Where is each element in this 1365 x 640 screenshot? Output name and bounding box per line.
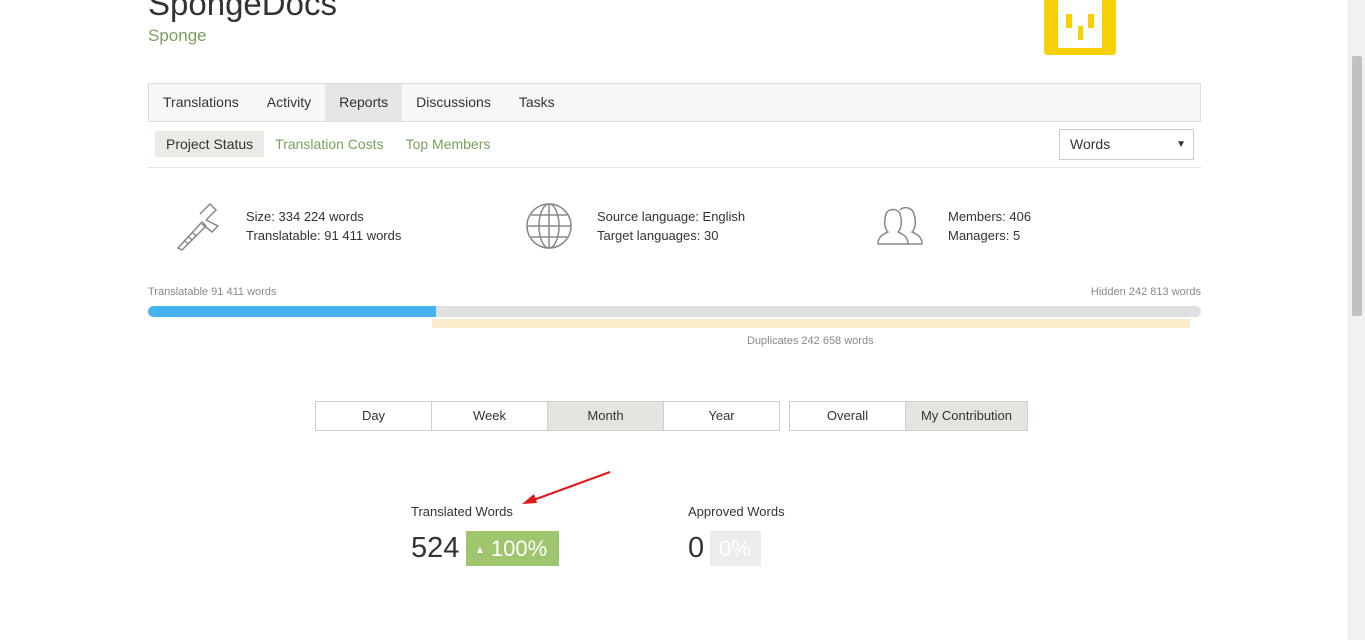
scope-overall-button[interactable]: Overall (789, 401, 906, 431)
scrollbar-thumb[interactable] (1352, 56, 1362, 316)
subnav-project-status[interactable]: Project Status (155, 131, 265, 157)
caliper-icon (176, 202, 220, 251)
period-year-button[interactable]: Year (663, 401, 780, 431)
approved-change-value: 0% (719, 536, 751, 561)
stat-source-language: Source language: English (597, 209, 746, 224)
translated-words-value: 524 (411, 532, 460, 564)
stat-managers-count: Managers: 5 (948, 228, 1021, 243)
triangle-up-icon: ▲ (475, 545, 485, 556)
translated-words-title: Translated Words (411, 504, 513, 519)
words-progress-bar (148, 306, 1201, 317)
tab-reports[interactable]: Reports (325, 84, 403, 121)
tab-tasks[interactable]: Tasks (505, 84, 569, 121)
vertical-scrollbar[interactable] (1348, 0, 1365, 640)
report-subnav: Project Status Translation Costs Top Mem… (155, 131, 501, 157)
project-subtitle-link[interactable]: Sponge (148, 26, 207, 46)
translatable-fill (148, 306, 437, 317)
members-icon (877, 206, 923, 245)
scope-button-group: Overall My Contribution (789, 401, 1028, 431)
subnav-divider (148, 167, 1201, 168)
stat-target-languages: Target languages: 30 (597, 228, 719, 243)
stat-members-count: Members: 406 (948, 209, 1032, 224)
approved-words-value: 0 (688, 532, 705, 564)
period-button-group: Day Week Month Year (315, 401, 780, 431)
subnav-top-members[interactable]: Top Members (395, 131, 502, 157)
stat-languages: Source language: English Target language… (523, 200, 745, 252)
main-tabs: Translations Activity Reports Discussion… (148, 83, 1201, 122)
approved-words-title: Approved Words (688, 504, 785, 519)
project-title: SpongeDocs (148, 0, 337, 22)
subnav-translation-costs[interactable]: Translation Costs (264, 131, 394, 157)
translated-change-value: 100% (490, 536, 548, 561)
approved-change-badge: 0% (710, 531, 761, 566)
caret-down-icon: ▼ (1176, 139, 1186, 150)
tab-translations[interactable]: Translations (149, 84, 253, 121)
translated-change-badge: ▲ 100% (466, 531, 559, 566)
translatable-label: Translatable 91 411 words (148, 286, 277, 298)
tab-activity[interactable]: Activity (253, 84, 325, 121)
stat-members: Members: 406 Managers: 5 (874, 200, 1031, 252)
stat-size: Size: 334 224 words Translatable: 91 411… (172, 200, 401, 252)
scope-my-contribution-button[interactable]: My Contribution (905, 401, 1028, 431)
project-logo (1044, 0, 1116, 55)
duplicates-label: Duplicates 242 658 words (747, 335, 874, 347)
unit-select-value: Words (1070, 136, 1111, 152)
stat-size-line: Size: 334 224 words (246, 209, 364, 224)
stat-translatable-line: Translatable: 91 411 words (246, 228, 402, 243)
duplicates-bar (432, 319, 1190, 328)
period-month-button[interactable]: Month (547, 401, 664, 431)
tab-discussions[interactable]: Discussions (402, 84, 505, 121)
hidden-label: Hidden 242 813 words (1090, 286, 1201, 298)
period-day-button[interactable]: Day (315, 401, 432, 431)
globe-icon (526, 203, 572, 249)
period-week-button[interactable]: Week (431, 401, 548, 431)
unit-select[interactable]: Words ▼ (1059, 129, 1194, 160)
red-arrow-annotation (522, 471, 611, 504)
